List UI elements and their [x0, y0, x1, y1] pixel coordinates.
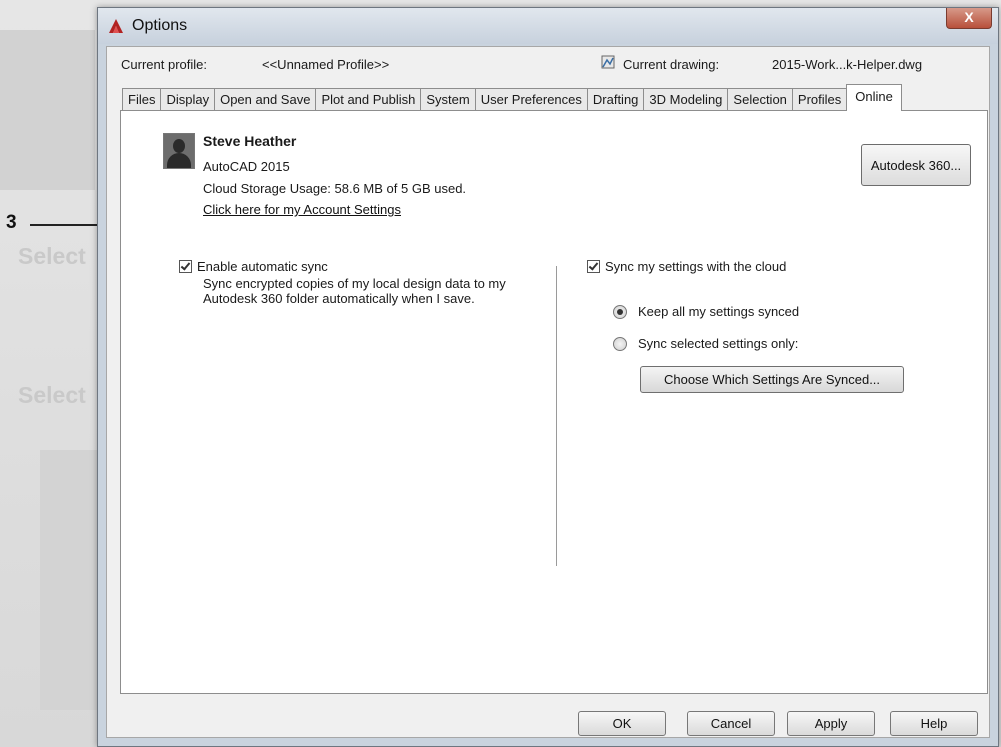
sync-settings-label: Sync my settings with the cloud	[605, 259, 787, 274]
background-heading: Select	[18, 243, 86, 269]
sync-settings-checkbox[interactable]	[587, 260, 600, 273]
enable-sync-label: Enable automatic sync	[197, 259, 328, 274]
tab-display[interactable]: Display	[160, 88, 216, 111]
background-block	[0, 30, 95, 190]
callout-number: 3	[6, 212, 17, 233]
tab-selection[interactable]: Selection	[727, 88, 793, 111]
sync-selected-radio[interactable]	[613, 336, 627, 351]
current-profile-value: <<Unnamed Profile>>	[262, 57, 390, 72]
keep-all-label: Keep all my settings synced	[638, 304, 800, 319]
user-avatar-icon	[163, 133, 195, 169]
tab-3d-modeling[interactable]: 3D Modeling	[643, 88, 729, 111]
sync-selected-settings-option[interactable]: Sync selected settings only:	[613, 336, 798, 351]
keep-all-radio[interactable]	[613, 304, 627, 319]
cancel-button[interactable]: Cancel	[687, 711, 775, 736]
sync-description: Sync encrypted copies of my local design…	[203, 276, 506, 306]
choose-synced-settings-button[interactable]: Choose Which Settings Are Synced...	[640, 366, 904, 393]
tab-open-and-save[interactable]: Open and Save	[214, 88, 317, 111]
tab-online[interactable]: Online	[846, 84, 902, 111]
account-name: Steve Heather	[203, 133, 297, 149]
sync-selected-label: Sync selected settings only:	[638, 336, 799, 351]
current-drawing-label: Current drawing:	[623, 57, 720, 72]
current-drawing-value: 2015-Work...k-Helper.dwg	[772, 57, 923, 72]
dialog-title: Options	[132, 17, 188, 34]
product-name: AutoCAD 2015	[203, 159, 290, 174]
tab-files[interactable]: Files	[122, 88, 162, 111]
vertical-divider	[556, 266, 557, 566]
enable-automatic-sync[interactable]: Enable automatic sync	[179, 259, 328, 274]
close-button[interactable]: X	[946, 8, 992, 29]
title-bar[interactable]: Options X	[98, 8, 998, 44]
enable-sync-checkbox[interactable]	[179, 260, 192, 273]
dialog-content: Current profile: <<Unnamed Profile>> Cur…	[106, 46, 990, 738]
current-profile-label: Current profile:	[121, 57, 207, 72]
cloud-storage-usage: Cloud Storage Usage: 58.6 MB of 5 GB use…	[203, 181, 467, 196]
autodesk-360-button[interactable]: Autodesk 360...	[861, 144, 971, 186]
keep-all-settings-option[interactable]: Keep all my settings synced	[613, 304, 799, 319]
tab-strip: Files Display Open and Save Plot and Pub…	[122, 84, 902, 111]
account-settings-link[interactable]: Click here for my Account Settings	[203, 202, 401, 217]
apply-button[interactable]: Apply	[787, 711, 875, 736]
sync-settings-with-cloud[interactable]: Sync my settings with the cloud	[587, 259, 786, 274]
background-heading: Select	[18, 382, 86, 408]
tab-user-preferences[interactable]: User Preferences	[474, 88, 588, 111]
drawing-file-icon	[601, 55, 615, 69]
tab-system[interactable]: System	[420, 88, 476, 111]
options-dialog: Options X Current profile: <<Unnamed Pro…	[97, 7, 999, 747]
autocad-logo-icon	[109, 19, 123, 33]
tab-profiles[interactable]: Profiles	[791, 88, 848, 111]
tab-drafting[interactable]: Drafting	[586, 88, 645, 111]
ok-button[interactable]: OK	[578, 711, 666, 736]
online-tab-panel: Steve Heather AutoCAD 2015 Cloud Storage…	[120, 110, 988, 694]
help-button[interactable]: Help	[890, 711, 978, 736]
tab-plot-and-publish[interactable]: Plot and Publish	[315, 88, 422, 111]
